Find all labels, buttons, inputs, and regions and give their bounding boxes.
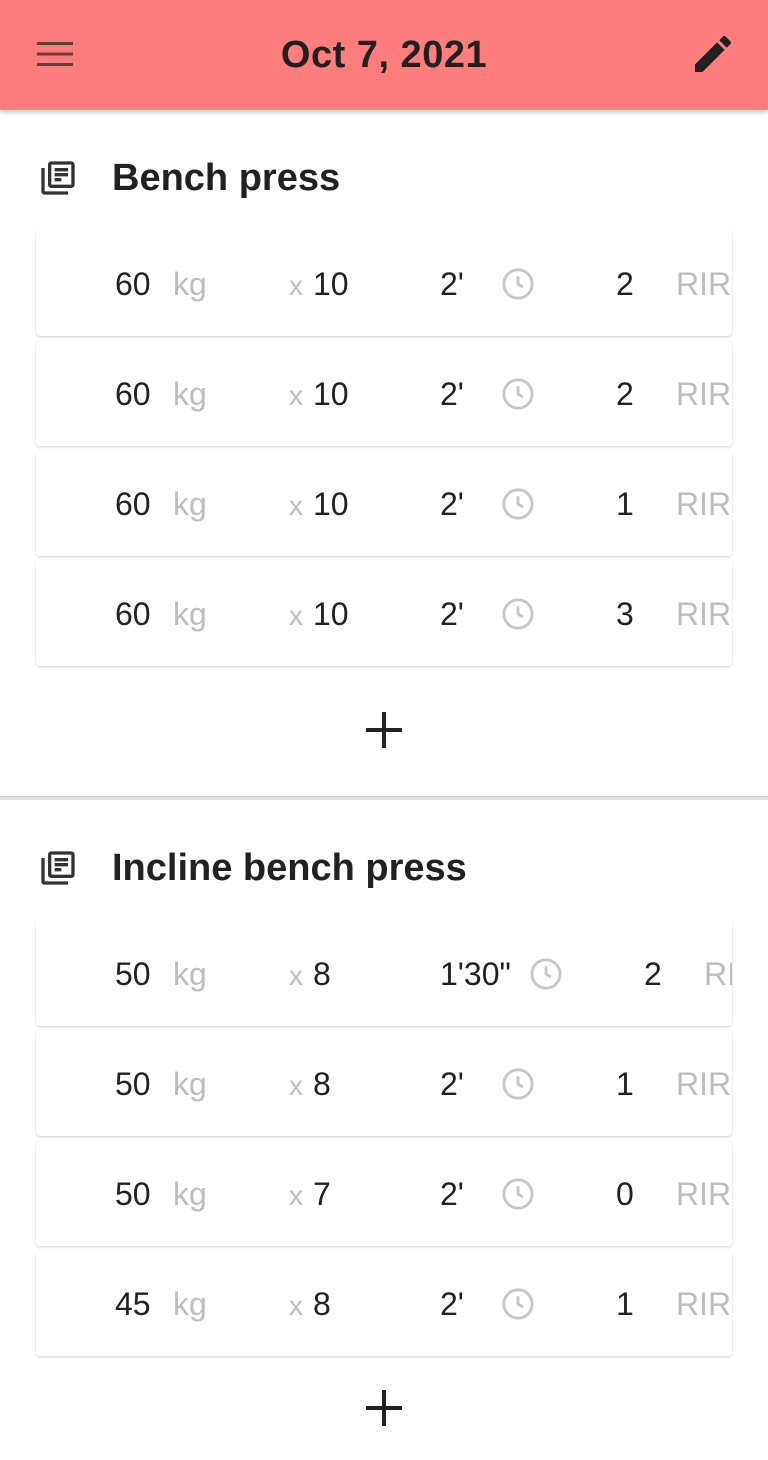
set-rir: 3 bbox=[616, 596, 634, 632]
set-weight: 50 bbox=[115, 956, 151, 992]
set-reps: 10 bbox=[313, 266, 349, 302]
set-rir-label: RIR bbox=[676, 596, 732, 632]
set-rir: 2 bbox=[616, 266, 634, 302]
set-reps: 10 bbox=[313, 596, 349, 632]
set-rir-label: RIR bbox=[676, 1176, 732, 1212]
set-times-sign: x bbox=[289, 600, 303, 631]
set-reps: 8 bbox=[313, 1066, 331, 1102]
exercise-card: Incline bench press 50 kg x 8 1'30" 2 RI… bbox=[0, 800, 768, 1460]
set-times-sign: x bbox=[289, 490, 303, 521]
library-books-icon bbox=[38, 848, 78, 888]
set-weight: 50 bbox=[115, 1176, 151, 1212]
set-weight: 45 bbox=[115, 1286, 151, 1322]
set-times-sign: x bbox=[289, 1180, 303, 1211]
set-reps: 8 bbox=[313, 956, 331, 992]
set-weight-unit: kg bbox=[173, 266, 207, 302]
clock-icon bbox=[502, 488, 534, 520]
exercise-header[interactable]: Bench press bbox=[38, 148, 340, 208]
edit-icon bbox=[695, 35, 732, 72]
set-weight: 60 bbox=[115, 486, 151, 522]
set-times-sign: x bbox=[289, 380, 303, 411]
set-rir-label: RIR bbox=[676, 1066, 732, 1102]
set-times-sign: x bbox=[289, 1290, 303, 1321]
edit-button[interactable] bbox=[680, 24, 746, 84]
set-rir: 2 bbox=[616, 376, 634, 412]
clock-icon bbox=[502, 1068, 534, 1100]
set-rir: 0 bbox=[616, 1176, 634, 1212]
set-rest: 2' bbox=[440, 1176, 464, 1212]
set-weight: 60 bbox=[115, 596, 151, 632]
set-rest: 2' bbox=[440, 266, 464, 302]
set-rir-label: RIR bbox=[676, 1286, 732, 1322]
set-rest: 2' bbox=[440, 376, 464, 412]
set-reps: 10 bbox=[313, 376, 349, 412]
clock-icon bbox=[502, 598, 534, 630]
set-weight-unit: kg bbox=[173, 376, 207, 412]
set-weight-unit: kg bbox=[173, 1066, 207, 1102]
set-times-sign: x bbox=[289, 960, 303, 991]
page-title: Oct 7, 2021 bbox=[280, 34, 488, 76]
set-row[interactable]: 60 kg x 10 2' 2 RIR bbox=[36, 340, 732, 446]
set-list: 50 kg x 8 1'30" 2 RIR 50 kg x 8 2' 1 RIR… bbox=[36, 920, 732, 1360]
app-bar: Oct 7, 2021 bbox=[0, 0, 768, 110]
exercise-name: Incline bench press bbox=[112, 846, 467, 889]
plus-icon bbox=[366, 1390, 402, 1426]
add-set-button[interactable] bbox=[358, 1382, 410, 1434]
set-rir-label: RIR bbox=[704, 956, 732, 992]
set-rest: 2' bbox=[440, 1066, 464, 1102]
set-times-sign: x bbox=[289, 270, 303, 301]
set-rir-label: RIR bbox=[676, 376, 732, 412]
set-row[interactable]: 60 kg x 10 2' 3 RIR bbox=[36, 560, 732, 666]
set-rir: 1 bbox=[616, 1066, 634, 1102]
set-row[interactable]: 60 kg x 10 2' 2 RIR bbox=[36, 230, 732, 336]
set-weight-unit: kg bbox=[173, 596, 207, 632]
clock-icon bbox=[530, 958, 562, 990]
library-books-icon bbox=[38, 158, 78, 198]
set-weight: 60 bbox=[115, 376, 151, 412]
set-row[interactable]: 50 kg x 8 1'30" 2 RIR bbox=[36, 920, 732, 1026]
set-rest: 2' bbox=[440, 1286, 464, 1322]
set-weight-unit: kg bbox=[173, 486, 207, 522]
set-reps: 7 bbox=[313, 1176, 331, 1212]
set-row[interactable]: 50 kg x 7 2' 0 RIR bbox=[36, 1140, 732, 1246]
exercise-header[interactable]: Incline bench press bbox=[38, 838, 467, 898]
exercise-card: Bench press 60 kg x 10 2' 2 RIR 60 kg x … bbox=[0, 110, 768, 796]
set-weight: 50 bbox=[115, 1066, 151, 1102]
clock-icon bbox=[502, 378, 534, 410]
set-reps: 10 bbox=[313, 486, 349, 522]
set-weight-unit: kg bbox=[173, 1176, 207, 1212]
set-reps: 8 bbox=[313, 1286, 331, 1322]
set-weight-unit: kg bbox=[173, 956, 207, 992]
clock-icon bbox=[502, 268, 534, 300]
set-list: 60 kg x 10 2' 2 RIR 60 kg x 10 2' 2 RIR … bbox=[36, 230, 732, 670]
clock-icon bbox=[502, 1288, 534, 1320]
set-rir: 1 bbox=[616, 1286, 634, 1322]
set-rir-label: RIR bbox=[676, 266, 732, 302]
exercise-name: Bench press bbox=[112, 156, 341, 199]
add-set-button[interactable] bbox=[358, 704, 410, 756]
set-rest: 2' bbox=[440, 486, 464, 522]
set-row[interactable]: 45 kg x 8 2' 1 RIR bbox=[36, 1250, 732, 1356]
set-row[interactable]: 60 kg x 10 2' 1 RIR bbox=[36, 450, 732, 556]
set-row[interactable]: 50 kg x 8 2' 1 RIR bbox=[36, 1030, 732, 1136]
set-rir: 2 bbox=[644, 956, 662, 992]
set-rir-label: RIR bbox=[676, 486, 732, 522]
plus-icon bbox=[366, 712, 402, 748]
set-weight-unit: kg bbox=[173, 1286, 207, 1322]
set-times-sign: x bbox=[289, 1070, 303, 1101]
clock-icon bbox=[502, 1178, 534, 1210]
set-rir: 1 bbox=[616, 486, 634, 522]
set-weight: 60 bbox=[115, 266, 151, 302]
set-rest: 1'30" bbox=[440, 956, 511, 992]
set-rest: 2' bbox=[440, 596, 464, 632]
